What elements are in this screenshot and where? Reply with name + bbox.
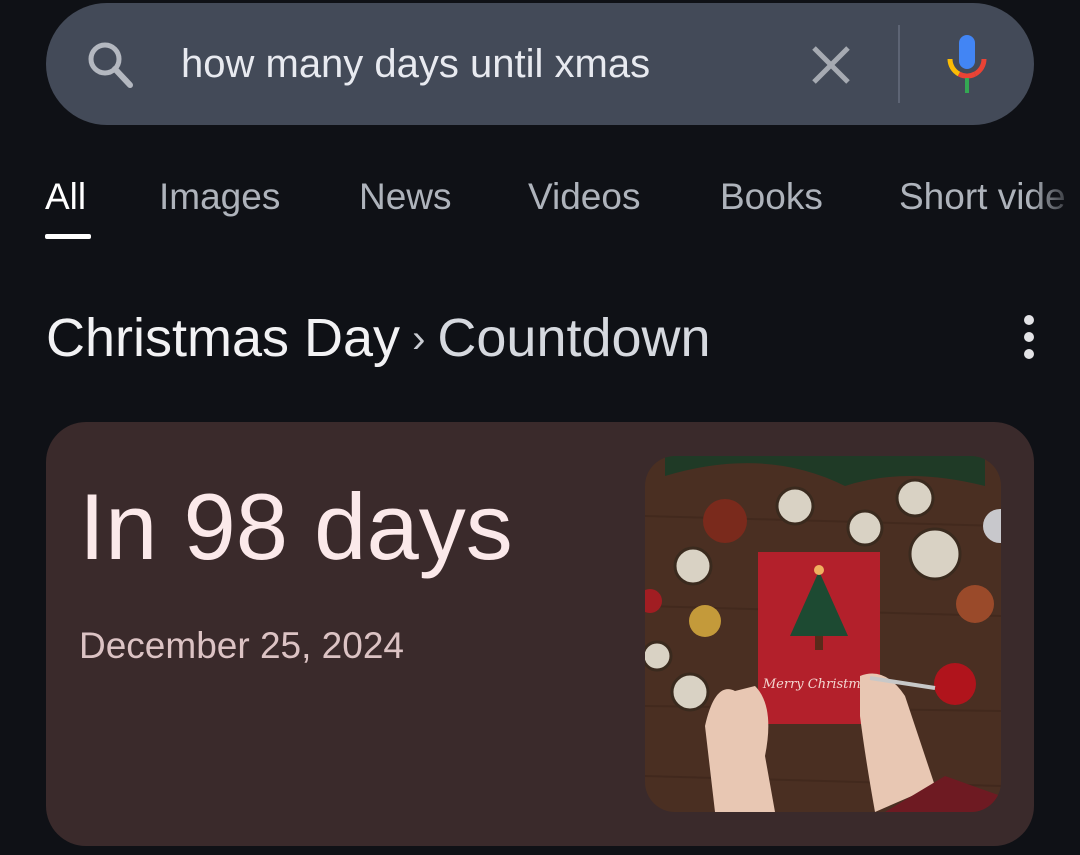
search-tabs: All Images News Videos Books Short vide	[0, 172, 1080, 242]
active-tab-indicator	[45, 234, 91, 239]
card-greeting-text: Merry Christmas	[762, 677, 876, 692]
close-icon[interactable]	[806, 40, 856, 90]
mic-icon[interactable]	[942, 33, 992, 97]
search-icon[interactable]	[84, 38, 138, 92]
tab-news[interactable]: News	[359, 172, 452, 222]
heading-title[interactable]: Christmas Day	[46, 308, 400, 368]
tabs-fade	[1030, 172, 1080, 232]
christmas-card-image[interactable]: Merry Christmas	[645, 456, 1001, 812]
tab-books[interactable]: Books	[720, 172, 823, 222]
search-input[interactable]: how many days until xmas	[181, 38, 650, 90]
heading-subtitle: Countdown	[437, 308, 711, 368]
more-options-icon[interactable]	[1018, 315, 1040, 363]
countdown-date: December 25, 2024	[79, 625, 404, 666]
divider	[898, 25, 900, 103]
tab-videos[interactable]: Videos	[528, 172, 640, 222]
tab-images[interactable]: Images	[159, 172, 280, 222]
search-bar[interactable]: how many days until xmas	[46, 3, 1034, 125]
countdown-text: In 98 days	[79, 474, 513, 579]
countdown-card: In 98 days December 25, 2024 Merry Chris…	[46, 422, 1034, 846]
tab-all[interactable]: All	[45, 172, 86, 222]
breadcrumb-separator: ›	[412, 317, 426, 361]
result-heading: Christmas Day › Countdown	[46, 305, 711, 376]
